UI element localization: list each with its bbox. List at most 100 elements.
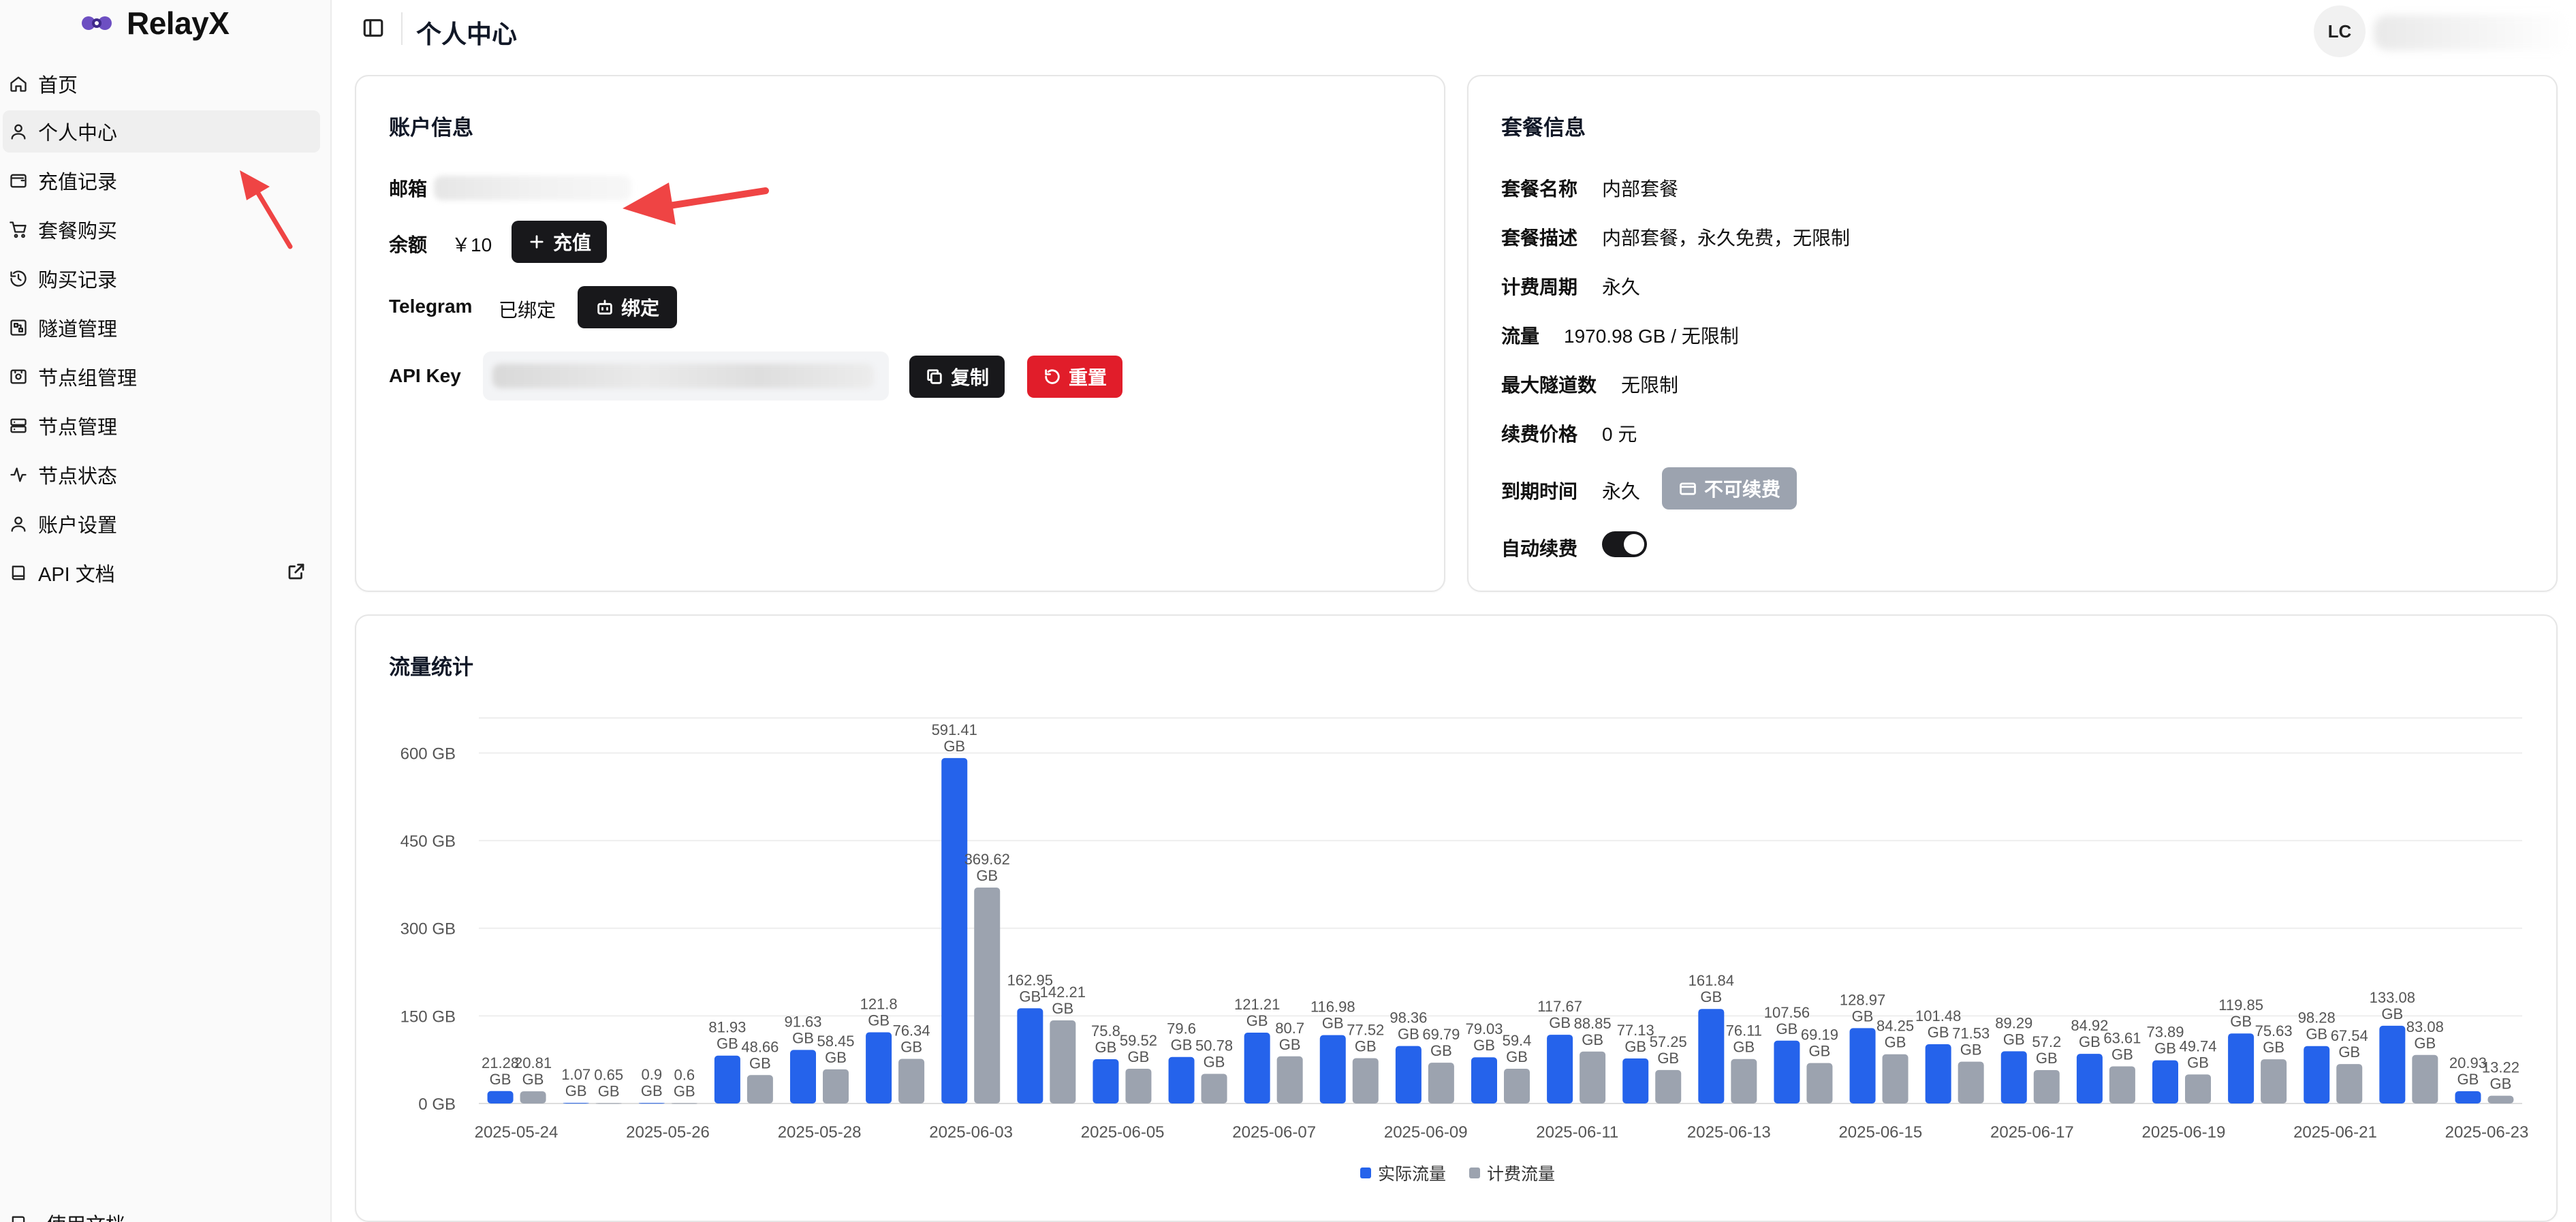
data-label: 75.63 [2255,1022,2293,1039]
data-label: 77.13 [1617,1022,1654,1039]
sidebar-item-node-management[interactable]: 节点管理 [3,405,320,447]
data-label-unit: GB [565,1082,587,1099]
data-label: 128.97 [1840,991,1885,1008]
x-tick-label: 2025-05-26 [626,1123,710,1142]
sidebar-item-home[interactable]: 首页 [3,63,320,105]
x-tick-label: 2025-05-24 [475,1123,559,1142]
balance-label: 余额 [389,234,428,255]
sidebar-item-purchase-records[interactable]: 购买记录 [3,257,320,300]
bar-actual [1093,1059,1119,1103]
bar-actual [1017,1008,1043,1103]
data-label-unit: GB [2111,1046,2133,1063]
copy-icon [927,369,942,384]
recharge-button[interactable]: 充值 [512,221,607,263]
data-label-unit: GB [1095,1039,1117,1056]
bar-billed [747,1075,773,1103]
data-label-unit: GB [1322,1015,1344,1032]
expiry-label: 到期时间 [1501,481,1578,502]
redacted-username [2374,15,2571,50]
bar-billed [1428,1063,1454,1103]
autorenew-toggle[interactable] [1602,531,1647,557]
sidebar-item-label: 使用文档 [46,1209,125,1222]
sidebar-item-node-group-management[interactable]: 节点组管理 [3,356,320,398]
data-label: 79.6 [1167,1020,1196,1037]
plan-desc-value: 内部套餐，永久免费，无限制 [1602,228,1851,249]
x-tick-label: 2025-06-19 [2142,1123,2226,1142]
autorenew-label: 自动续费 [1501,538,1578,559]
apikey-field[interactable] [483,351,889,401]
bar-billed [1125,1068,1152,1103]
account-info-card: 账户信息 邮箱 余额 ￥10 充值 Telegram 已绑定 绑定 API Ke… [355,75,1445,592]
copy-button[interactable]: 复制 [909,356,1005,398]
balance-value: ￥10 [452,234,492,255]
data-label: 91.63 [784,1013,821,1030]
data-label: 79.03 [1465,1020,1503,1037]
legend-item-billed[interactable]: 计费流量 [1469,1161,1555,1185]
sidebar-item-tunnel-management[interactable]: 隧道管理 [3,307,320,349]
data-label: 0.6 [674,1066,695,1083]
renew-price-value: 0 元 [1602,424,1637,445]
sidebar-item-profile[interactable]: 个人中心 [3,110,320,153]
apikey-label: API Key [389,365,461,386]
data-label-unit: GB [976,867,998,884]
data-label: 591.41 [932,721,977,738]
bar-actual [2076,1054,2103,1103]
data-label: 83.08 [2406,1018,2444,1035]
legend-item-actual[interactable]: 实际流量 [1360,1161,1446,1185]
activity-icon [7,463,30,486]
x-tick-label: 2025-05-28 [778,1123,862,1142]
bar-actual [941,757,968,1103]
bar-billed [1050,1020,1076,1103]
data-label-unit: GB [2263,1039,2284,1056]
sidebar-item-recharge-records[interactable]: 充值记录 [3,159,320,202]
data-label: 71.53 [1952,1025,1990,1042]
credit-card-icon [1680,482,1696,495]
bar-billed [2412,1054,2438,1103]
brand[interactable]: RelayX [80,3,230,44]
relayx-logo-icon [82,16,112,30]
data-label: 142.21 [1040,984,1086,1001]
history-icon [7,267,30,290]
data-label: 0.9 [641,1066,662,1083]
data-label-unit: GB [1279,1036,1301,1053]
book-icon [7,561,30,584]
redacted-apikey [492,364,874,388]
sidebar-item-label: 节点状态 [38,466,118,488]
bar-billed [1352,1058,1379,1103]
bar-billed [1201,1074,1227,1103]
data-label: 67.54 [2331,1027,2368,1044]
wallet-icon [7,169,30,192]
cart-icon [7,218,30,241]
sidebar-item-usage-docs[interactable]: 使用文档 [7,1209,125,1222]
renew-button[interactable]: 不可续费 [1662,467,1797,510]
sidebar-toggle-button[interactable] [362,16,386,41]
bar-actual [1849,1028,1876,1103]
data-label-unit: GB [674,1082,695,1099]
sidebar-item-api-docs[interactable]: API 文档 [3,552,320,594]
data-label-unit: GB [1473,1037,1495,1054]
max-tunnels-value: 无限制 [1621,375,1679,396]
data-label: 116.98 [1310,999,1355,1016]
sidebar-item-plan-purchase[interactable]: 套餐购买 [3,208,320,251]
bar-billed [2185,1074,2211,1103]
data-label: 59.52 [1120,1032,1157,1049]
bot-icon [597,300,612,315]
data-label: 369.62 [964,851,1010,868]
plan-info-card: 套餐信息 套餐名称 内部套餐 套餐描述 内部套餐，永久免费，无限制 计费周期 永… [1467,75,2558,592]
x-tick-label: 2025-06-17 [1990,1123,2074,1142]
data-label: 81.93 [708,1019,746,1036]
y-tick-label: 600 GB [400,745,456,763]
sidebar-item-account-settings[interactable]: 账户设置 [3,503,320,545]
data-label: 121.8 [860,996,898,1013]
bind-button[interactable]: 绑定 [578,286,677,328]
page-title: 个人中心 [416,20,517,48]
data-label-unit: GB [1246,1012,1268,1029]
chart-legend: 实际流量 计费流量 [1360,1161,1555,1185]
data-label-unit: GB [1928,1024,1949,1041]
avatar[interactable]: LC [2314,5,2366,57]
reset-button[interactable]: 重置 [1027,356,1122,398]
y-tick-label: 0 GB [418,1095,456,1114]
bar-billed [520,1091,546,1103]
sidebar-item-node-status[interactable]: 节点状态 [3,454,320,496]
data-label-unit: GB [2079,1033,2101,1050]
